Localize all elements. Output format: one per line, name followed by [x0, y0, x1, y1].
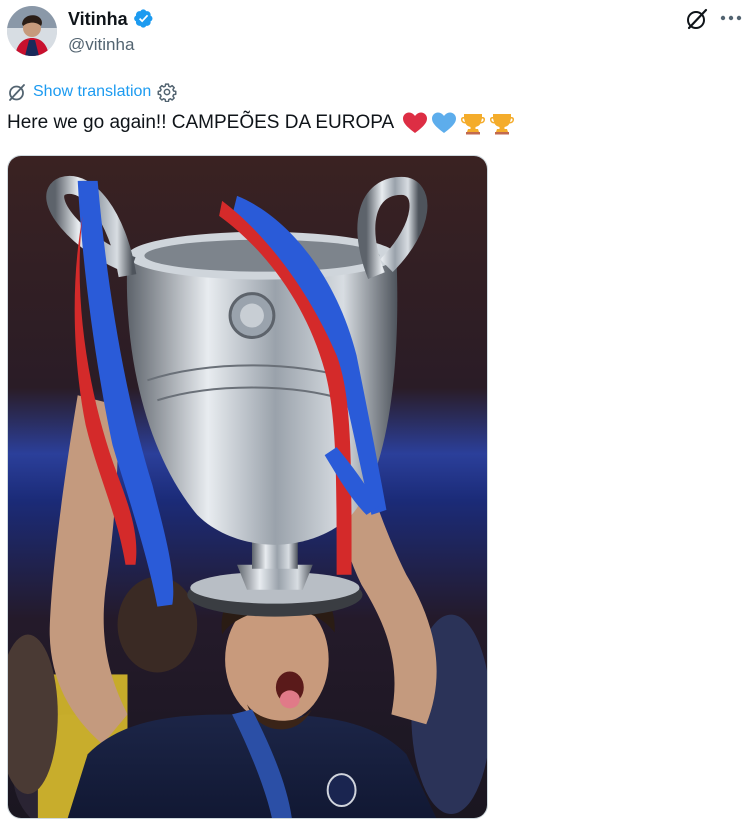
translate-icon	[9, 84, 25, 101]
red-heart-icon	[403, 112, 428, 133]
trophy-icon	[461, 114, 486, 135]
show-translation-link[interactable]: Show translation	[33, 82, 151, 102]
user-handle[interactable]: @vitinha	[68, 34, 134, 56]
tweet-text: Here we go again!! CAMPEÕES DA EUROPA	[7, 111, 515, 135]
trophy-celebration-photo	[8, 156, 487, 818]
avatar-image	[7, 6, 57, 56]
blue-heart-icon	[432, 112, 457, 133]
trophy-icon	[490, 114, 515, 135]
avatar[interactable]	[7, 6, 57, 56]
translation-row: Show translation	[7, 82, 177, 102]
tweet-text-content: Here we go again!! CAMPEÕES DA EUROPA	[7, 112, 395, 133]
gear-icon[interactable]	[157, 82, 177, 102]
more-options-icon	[720, 15, 742, 21]
grok-button[interactable]	[684, 6, 710, 32]
author-name-row[interactable]: Vitinha	[68, 8, 154, 29]
verified-badge-icon	[133, 9, 153, 28]
tweet-media-photo[interactable]	[7, 155, 488, 819]
display-name[interactable]: Vitinha	[68, 9, 128, 29]
emoji-group	[402, 111, 515, 135]
more-options-button[interactable]	[718, 6, 744, 30]
grok-icon	[687, 8, 708, 30]
